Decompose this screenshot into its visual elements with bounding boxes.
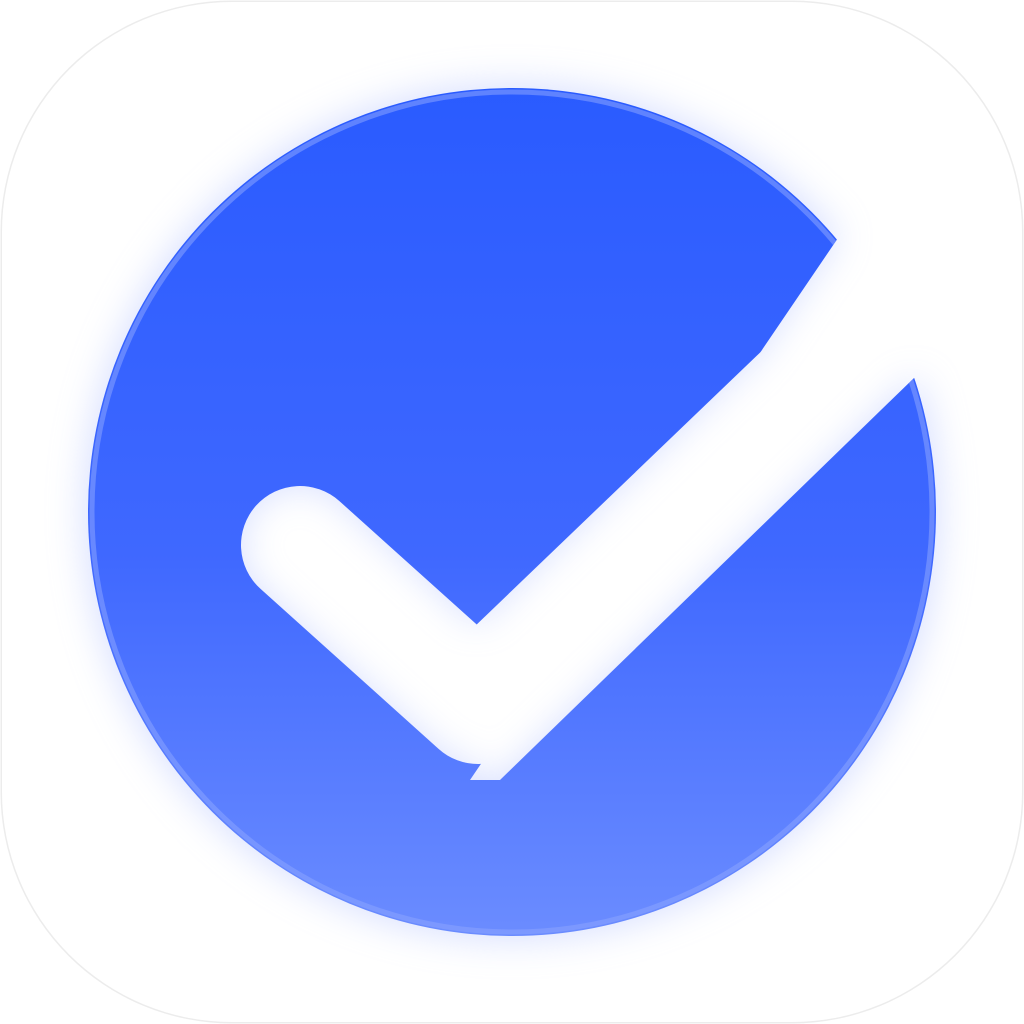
app-icon-canvas [0, 0, 1024, 1024]
check-circle-icon [84, 84, 940, 940]
check-disc [88, 88, 936, 936]
